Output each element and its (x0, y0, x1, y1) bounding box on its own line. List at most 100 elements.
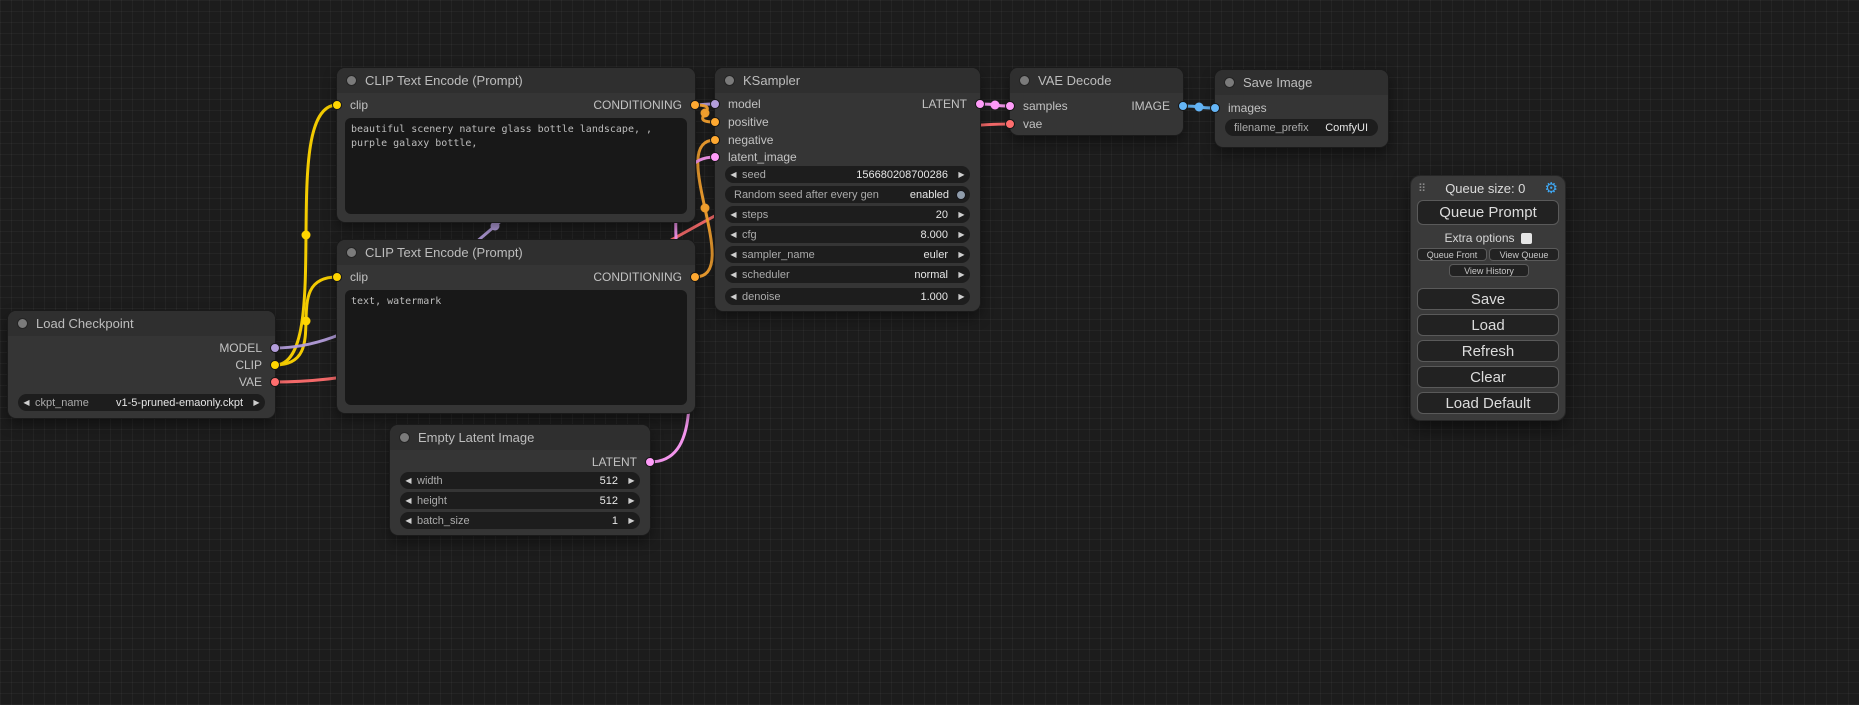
wire-midpoint-dot (701, 204, 710, 213)
collapse-dot-icon[interactable] (17, 318, 28, 329)
queue-prompt-button[interactable]: Queue Prompt (1417, 200, 1559, 225)
next-value-arrow-icon[interactable]: ▶ (953, 170, 970, 179)
prev-value-arrow-icon[interactable]: ◀ (18, 398, 35, 407)
node-header[interactable]: Load Checkpoint (8, 311, 275, 336)
samples-input-port[interactable] (1005, 101, 1015, 111)
latent-output-port[interactable] (975, 99, 985, 109)
queue-menu-panel[interactable]: ⠿ Queue size: 0 ⚙ Queue Prompt Extra opt… (1410, 175, 1566, 421)
node-header[interactable]: CLIP Text Encode (Prompt) (337, 240, 695, 265)
next-value-arrow-icon[interactable]: ▶ (953, 270, 970, 279)
next-value-arrow-icon[interactable]: ▶ (623, 476, 640, 485)
height-widget[interactable]: ◀ height 512 ▶ (400, 492, 640, 509)
save-button[interactable]: Save (1417, 288, 1559, 310)
sampler-name-widget[interactable]: ◀ sampler_name euler ▶ (725, 246, 970, 263)
prev-value-arrow-icon[interactable]: ◀ (725, 250, 742, 259)
collapse-dot-icon[interactable] (346, 247, 357, 258)
seed-widget[interactable]: ◀ seed 156680208700286 ▶ (725, 166, 970, 183)
node-header[interactable]: CLIP Text Encode (Prompt) (337, 68, 695, 93)
prev-value-arrow-icon[interactable]: ◀ (725, 230, 742, 239)
collapse-dot-icon[interactable] (346, 75, 357, 86)
collapse-dot-icon[interactable] (724, 75, 735, 86)
next-value-arrow-icon[interactable]: ▶ (248, 398, 265, 407)
widget-name: scheduler (742, 269, 790, 281)
collapse-dot-icon[interactable] (1224, 77, 1235, 88)
node-clip-text-encode-negative[interactable]: CLIP Text Encode (Prompt) clip CONDITION… (337, 240, 695, 413)
cfg-widget[interactable]: ◀ cfg 8.000 ▶ (725, 226, 970, 243)
latent-output-port[interactable] (645, 457, 655, 467)
prompt-textarea[interactable]: beautiful scenery nature glass bottle la… (345, 118, 687, 214)
filename-prefix-widget[interactable]: filename_prefix ComfyUI (1225, 119, 1378, 136)
prev-value-arrow-icon[interactable]: ◀ (725, 170, 742, 179)
node-header[interactable]: Empty Latent Image (390, 425, 650, 450)
widget-name: seed (742, 169, 766, 181)
node-clip-text-encode-positive[interactable]: CLIP Text Encode (Prompt) clip CONDITION… (337, 68, 695, 222)
next-value-arrow-icon[interactable]: ▶ (953, 230, 970, 239)
seed-control-toggle[interactable] (956, 190, 966, 200)
node-header[interactable]: VAE Decode (1010, 68, 1183, 93)
view-history-button[interactable]: View History (1449, 264, 1529, 277)
prev-value-arrow-icon[interactable]: ◀ (400, 476, 417, 485)
extra-options-checkbox[interactable] (1521, 233, 1532, 244)
images-input-port[interactable] (1210, 103, 1220, 113)
next-value-arrow-icon[interactable]: ▶ (953, 210, 970, 219)
slot-row: model LATENT (715, 95, 980, 113)
node-save-image[interactable]: Save Image images filename_prefix ComfyU… (1215, 70, 1388, 147)
collapse-dot-icon[interactable] (399, 432, 410, 443)
next-value-arrow-icon[interactable]: ▶ (953, 292, 970, 301)
load-button[interactable]: Load (1417, 314, 1559, 336)
ckpt-name-widget[interactable]: ◀ ckpt_name v1-5-pruned-emaonly.ckpt ▶ (18, 394, 265, 411)
slot-row: negative (715, 131, 980, 149)
clear-button[interactable]: Clear (1417, 366, 1559, 388)
slot-row: samples IMAGE (1010, 97, 1183, 115)
settings-gear-icon[interactable]: ⚙ (1545, 181, 1558, 196)
slot-row: VAE (8, 373, 275, 391)
node-header[interactable]: KSampler (715, 68, 980, 93)
model-input-port[interactable] (710, 99, 720, 109)
batch-size-widget[interactable]: ◀ batch_size 1 ▶ (400, 512, 640, 529)
steps-widget[interactable]: ◀ steps 20 ▶ (725, 206, 970, 223)
conditioning-output-port[interactable] (690, 272, 700, 282)
next-value-arrow-icon[interactable]: ▶ (623, 516, 640, 525)
image-output-port[interactable] (1178, 101, 1188, 111)
widget-name: filename_prefix (1225, 122, 1309, 134)
next-value-arrow-icon[interactable]: ▶ (623, 496, 640, 505)
refresh-button[interactable]: Refresh (1417, 340, 1559, 362)
load-default-button[interactable]: Load Default (1417, 392, 1559, 414)
node-ksampler[interactable]: KSampler model LATENT positive negative … (715, 68, 980, 311)
prev-value-arrow-icon[interactable]: ◀ (725, 270, 742, 279)
vae-input-port[interactable] (1005, 119, 1015, 129)
collapse-dot-icon[interactable] (1019, 75, 1030, 86)
node-load-checkpoint[interactable]: Load Checkpoint MODEL CLIP VAE ◀ ckpt_na… (8, 311, 275, 418)
width-widget[interactable]: ◀ width 512 ▶ (400, 472, 640, 489)
conditioning-output-port[interactable] (690, 100, 700, 110)
node-empty-latent-image[interactable]: Empty Latent Image LATENT ◀ width 512 ▶ … (390, 425, 650, 535)
model-output-port[interactable] (270, 343, 280, 353)
prev-value-arrow-icon[interactable]: ◀ (725, 210, 742, 219)
wire-midpoint-dot (991, 101, 1000, 110)
vae-output-port[interactable] (270, 377, 280, 387)
node-vae-decode[interactable]: VAE Decode samples IMAGE vae (1010, 68, 1183, 135)
drag-handle-icon[interactable]: ⠿ (1418, 182, 1426, 195)
clip-input-port[interactable] (332, 272, 342, 282)
seed-control-widget[interactable]: Random seed after every gen enabled (725, 186, 970, 203)
node-title: VAE Decode (1038, 73, 1111, 88)
latent-image-input-port[interactable] (710, 152, 720, 162)
clip-output-port[interactable] (270, 360, 280, 370)
prev-value-arrow-icon[interactable]: ◀ (400, 496, 417, 505)
prompt-textarea[interactable]: text, watermark (345, 290, 687, 405)
view-queue-button[interactable]: View Queue (1489, 248, 1559, 261)
clip-input-label: clip (350, 268, 368, 286)
vae-output-label: VAE (239, 373, 262, 391)
denoise-widget[interactable]: ◀ denoise 1.000 ▶ (725, 288, 970, 305)
scheduler-widget[interactable]: ◀ scheduler normal ▶ (725, 266, 970, 283)
next-value-arrow-icon[interactable]: ▶ (953, 250, 970, 259)
prev-value-arrow-icon[interactable]: ◀ (400, 516, 417, 525)
clip-input-port[interactable] (332, 100, 342, 110)
widget-name: Random seed after every gen (725, 189, 879, 201)
prev-value-arrow-icon[interactable]: ◀ (725, 292, 742, 301)
node-title: CLIP Text Encode (Prompt) (365, 73, 523, 88)
negative-input-port[interactable] (710, 135, 720, 145)
node-header[interactable]: Save Image (1215, 70, 1388, 95)
positive-input-port[interactable] (710, 117, 720, 127)
queue-front-button[interactable]: Queue Front (1417, 248, 1487, 261)
